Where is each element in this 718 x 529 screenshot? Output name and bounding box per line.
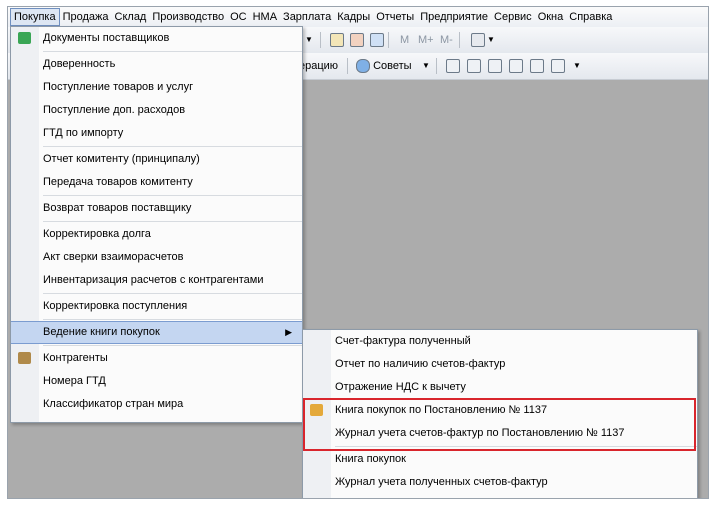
menu-nma[interactable]: НМА [250, 8, 280, 26]
menu-bar: Покупка Продажа Склад Производство ОС НМ… [8, 7, 708, 27]
menu-item-label: Журнал учета полученных счетов-фактур [335, 476, 548, 488]
menu-item-label: Документы поставщиков [43, 32, 170, 44]
menu-item-label: Ведение книги покупок [43, 326, 160, 338]
menu-okna[interactable]: Окна [535, 8, 567, 26]
menu-item-label: Отчет комитенту (принципалу) [43, 153, 200, 165]
toolbar-separator [388, 32, 389, 49]
menu-item-label: Отчет по наличию счетов-фактур [335, 358, 506, 370]
dropdown-caret-icon[interactable]: ▼ [305, 32, 313, 48]
menu-item-gtd-numbers[interactable]: Номера ГТД [11, 370, 302, 393]
app-window: Покупка Продажа Склад Производство ОС НМ… [7, 6, 709, 499]
menu-item-return-to-supplier[interactable]: Возврат товаров поставщику [11, 197, 302, 220]
report-icon[interactable] [509, 58, 523, 74]
dropdown-caret-icon[interactable]: ▼ [573, 58, 581, 74]
menu-item-committent-report[interactable]: Отчет комитенту (принципалу) [11, 148, 302, 171]
menu-item-label: Счет-фактура полученный [335, 335, 471, 347]
wrench-icon[interactable] [471, 32, 485, 48]
menu-os[interactable]: ОС [227, 8, 250, 26]
menu-item-label: ГТД по импорту [43, 127, 124, 139]
menu-pokupka[interactable]: Покупка [10, 8, 60, 26]
menu-item-counterparties[interactable]: Контрагенты [11, 347, 302, 370]
menu-item-power-of-attorney[interactable]: Доверенность [11, 53, 302, 76]
menu-item-label: Контрагенты [43, 352, 108, 364]
toolbar-separator [459, 32, 460, 49]
menu-otchety[interactable]: Отчеты [373, 8, 417, 26]
report-icon[interactable] [530, 58, 544, 74]
menu-item-label: Доверенность [43, 58, 116, 70]
menu-item-debt-adjustment[interactable]: Корректировка долга [11, 223, 302, 246]
menu-item-purchase-book[interactable]: Ведение книги покупок ▶ [11, 321, 302, 344]
menu-item-reconciliation-act[interactable]: Акт сверки взаиморасчетов [11, 246, 302, 269]
submenu-item-vat-deduction[interactable]: Отражение НДС к вычету [303, 376, 697, 399]
memory-minus-button[interactable]: М- [440, 32, 453, 48]
menu-sklad[interactable]: Склад [112, 8, 150, 26]
menu-item-settlement-inventory[interactable]: Инвентаризация расчетов с контрагентами [11, 269, 302, 292]
report-icon[interactable] [446, 58, 460, 74]
users-icon[interactable] [370, 32, 384, 48]
report-icon[interactable] [551, 58, 565, 74]
menu-item-supplier-documents[interactable]: Документы поставщиков [11, 27, 302, 50]
menu-item-country-classifier[interactable]: Классификатор стран мира [11, 393, 302, 416]
document-icon [18, 32, 31, 44]
menu-item-label: Поступление доп. расходов [43, 104, 186, 116]
memory-plus-button[interactable]: М+ [418, 32, 434, 48]
menu-divider [43, 293, 302, 294]
submenu-item-purchase-book[interactable]: Книга покупок [303, 448, 697, 471]
tips-button[interactable]: Советы [356, 58, 412, 74]
operation-button-label[interactable]: ерацию [299, 58, 338, 74]
menu-servis[interactable]: Сервис [491, 8, 535, 26]
menu-item-extra-expenses[interactable]: Поступление доп. расходов [11, 99, 302, 122]
menu-proizvodstvo[interactable]: Производство [149, 8, 227, 26]
menu-item-label: Корректировка поступления [43, 300, 188, 312]
menu-spravka[interactable]: Справка [566, 8, 615, 26]
briefcase-icon [18, 352, 31, 364]
toolbar-separator [436, 58, 437, 75]
dropdown-caret-icon[interactable]: ▼ [487, 32, 495, 48]
memory-m-button[interactable]: М [400, 32, 409, 48]
calculator-icon[interactable] [330, 32, 344, 48]
menu-item-receipt-adjustment[interactable]: Корректировка поступления [11, 295, 302, 318]
submenu-arrow-icon: ▶ [285, 327, 292, 337]
report-icon[interactable] [467, 58, 481, 74]
menu-divider [43, 51, 302, 52]
menu-item-label: Поступление товаров и услуг [43, 81, 194, 93]
menu-item-label: Акт сверки взаиморасчетов [43, 251, 184, 263]
toolbar-separator [320, 32, 321, 49]
menu-kadry[interactable]: Кадры [334, 8, 373, 26]
menu-divider [43, 345, 302, 346]
calendar-icon[interactable] [350, 32, 364, 48]
tips-label: Советы [373, 60, 412, 72]
submenu-item-invoice-received[interactable]: Счет-фактура полученный [303, 330, 697, 353]
menu-prodazha[interactable]: Продажа [60, 8, 112, 26]
menu-zarplata[interactable]: Зарплата [280, 8, 334, 26]
report-icon[interactable] [488, 58, 502, 74]
menu-item-label: Инвентаризация расчетов с контрагентами [43, 274, 264, 286]
tips-icon [356, 59, 370, 74]
menu-item-label: Номера ГТД [43, 375, 106, 387]
menu-item-label: Книга покупок [335, 453, 406, 465]
menu-divider [43, 221, 302, 222]
menu-item-label: Отражение НДС к вычету [335, 381, 466, 393]
menu-item-label: Передача товаров комитенту [43, 176, 193, 188]
menu-item-goods-transfer[interactable]: Передача товаров комитенту [11, 171, 302, 194]
purchase-menu: Документы поставщиков Доверенность Посту… [10, 26, 303, 423]
menu-predpriyatie[interactable]: Предприятие [417, 8, 491, 26]
menu-divider [43, 146, 302, 147]
menu-divider [43, 319, 302, 320]
menu-item-label: Возврат товаров поставщику [43, 202, 192, 214]
dropdown-caret-icon[interactable]: ▼ [422, 58, 430, 74]
menu-item-import-gtd[interactable]: ГТД по импорту [11, 122, 302, 145]
submenu-item-invoice-journal[interactable]: Журнал учета полученных счетов-фактур [303, 471, 697, 494]
highlight-annotation-box [303, 398, 696, 451]
toolbar-separator [347, 58, 348, 75]
menu-divider [43, 195, 302, 196]
menu-item-goods-receipt[interactable]: Поступление товаров и услуг [11, 76, 302, 99]
menu-item-label: Классификатор стран мира [43, 398, 184, 410]
menu-item-label: Корректировка долга [43, 228, 151, 240]
submenu-item-invoice-availability[interactable]: Отчет по наличию счетов-фактур [303, 353, 697, 376]
